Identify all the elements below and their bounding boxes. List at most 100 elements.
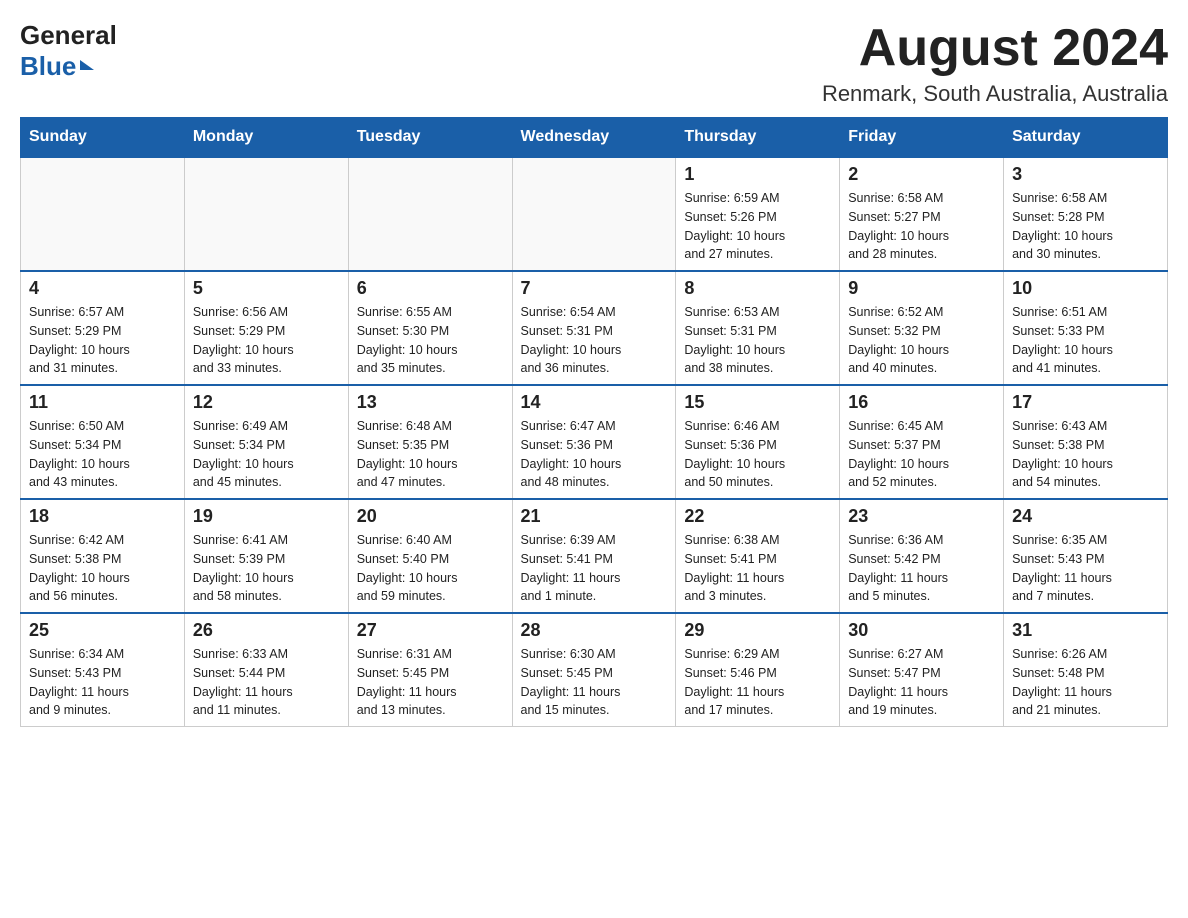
day-number: 6 bbox=[357, 278, 504, 299]
day-info: Sunrise: 6:35 AM Sunset: 5:43 PM Dayligh… bbox=[1012, 531, 1159, 606]
calendar-cell: 30Sunrise: 6:27 AM Sunset: 5:47 PM Dayli… bbox=[840, 613, 1004, 727]
day-number: 7 bbox=[521, 278, 668, 299]
calendar-cell: 5 Sunrise: 6:56 AM Sunset: 5:29 PM Daylig… bbox=[184, 271, 348, 385]
day-number: 14 bbox=[521, 392, 668, 413]
calendar-cell bbox=[184, 157, 348, 271]
day-info: Sunrise: 6:38 AM Sunset: 5:41 PM Dayligh… bbox=[684, 531, 831, 606]
calendar-cell: 26 Sunrise: 6:33 AM Sunset: 5:44 PM Dayli… bbox=[184, 613, 348, 727]
day-info: Sunrise: 6:26 AM Sunset: 5:48 PM Dayligh… bbox=[1012, 645, 1159, 720]
day-number: 2 bbox=[848, 164, 995, 185]
day-number: 1 bbox=[684, 164, 831, 185]
calendar-cell: 1 Sunrise: 6:59 AM Sunset: 5:26 PM Daylig… bbox=[676, 157, 840, 271]
day-number: 18 bbox=[29, 506, 176, 527]
day-info: Sunrise: 6:50 AM Sunset: 5:34 PM Dayligh… bbox=[29, 417, 176, 492]
logo-blue: Blue bbox=[20, 51, 117, 82]
calendar-cell: 6 Sunrise: 6:55 AM Sunset: 5:30 PM Daylig… bbox=[348, 271, 512, 385]
calendar-cell: 31 Sunrise: 6:26 AM Sunset: 5:48 PM Dayli… bbox=[1004, 613, 1168, 727]
calendar-cell: 20Sunrise: 6:40 AM Sunset: 5:40 PM Dayli… bbox=[348, 499, 512, 613]
day-number: 10 bbox=[1012, 278, 1159, 299]
calendar-cell: 12 Sunrise: 6:49 AM Sunset: 5:34 PM Dayli… bbox=[184, 385, 348, 499]
day-number: 27 bbox=[357, 620, 504, 641]
day-number: 28 bbox=[521, 620, 668, 641]
calendar-cell: 2 Sunrise: 6:58 AM Sunset: 5:27 PM Daylig… bbox=[840, 157, 1004, 271]
day-info: Sunrise: 6:56 AM Sunset: 5:29 PM Dayligh… bbox=[193, 303, 340, 378]
day-info: Sunrise: 6:57 AM Sunset: 5:29 PM Dayligh… bbox=[29, 303, 176, 378]
day-number: 8 bbox=[684, 278, 831, 299]
calendar-day-header-friday: Friday bbox=[840, 118, 1004, 158]
page-header: General Blue August 2024 Renmark, South … bbox=[20, 20, 1168, 107]
day-info: Sunrise: 6:51 AM Sunset: 5:33 PM Dayligh… bbox=[1012, 303, 1159, 378]
day-number: 31 bbox=[1012, 620, 1159, 641]
calendar-cell: 13Sunrise: 6:48 AM Sunset: 5:35 PM Dayli… bbox=[348, 385, 512, 499]
day-number: 9 bbox=[848, 278, 995, 299]
day-info: Sunrise: 6:43 AM Sunset: 5:38 PM Dayligh… bbox=[1012, 417, 1159, 492]
day-info: Sunrise: 6:33 AM Sunset: 5:44 PM Dayligh… bbox=[193, 645, 340, 720]
day-info: Sunrise: 6:31 AM Sunset: 5:45 PM Dayligh… bbox=[357, 645, 504, 720]
calendar-cell: 9 Sunrise: 6:52 AM Sunset: 5:32 PM Daylig… bbox=[840, 271, 1004, 385]
day-info: Sunrise: 6:34 AM Sunset: 5:43 PM Dayligh… bbox=[29, 645, 176, 720]
calendar-day-header-saturday: Saturday bbox=[1004, 118, 1168, 158]
calendar-week-row: 11Sunrise: 6:50 AM Sunset: 5:34 PM Dayli… bbox=[21, 385, 1168, 499]
day-info: Sunrise: 6:54 AM Sunset: 5:31 PM Dayligh… bbox=[521, 303, 668, 378]
calendar-day-header-wednesday: Wednesday bbox=[512, 118, 676, 158]
calendar-day-header-monday: Monday bbox=[184, 118, 348, 158]
calendar-cell bbox=[348, 157, 512, 271]
day-info: Sunrise: 6:46 AM Sunset: 5:36 PM Dayligh… bbox=[684, 417, 831, 492]
calendar-week-row: 4 Sunrise: 6:57 AM Sunset: 5:29 PM Daylig… bbox=[21, 271, 1168, 385]
calendar-cell: 14 Sunrise: 6:47 AM Sunset: 5:36 PM Dayli… bbox=[512, 385, 676, 499]
calendar-cell bbox=[21, 157, 185, 271]
day-number: 29 bbox=[684, 620, 831, 641]
calendar-cell: 22 Sunrise: 6:38 AM Sunset: 5:41 PM Dayli… bbox=[676, 499, 840, 613]
day-number: 15 bbox=[684, 392, 831, 413]
day-info: Sunrise: 6:39 AM Sunset: 5:41 PM Dayligh… bbox=[521, 531, 668, 606]
day-number: 5 bbox=[193, 278, 340, 299]
day-info: Sunrise: 6:49 AM Sunset: 5:34 PM Dayligh… bbox=[193, 417, 340, 492]
calendar-cell: 15 Sunrise: 6:46 AM Sunset: 5:36 PM Dayli… bbox=[676, 385, 840, 499]
logo-general: General bbox=[20, 20, 117, 51]
calendar-week-row: 1 Sunrise: 6:59 AM Sunset: 5:26 PM Daylig… bbox=[21, 157, 1168, 271]
calendar-day-header-sunday: Sunday bbox=[21, 118, 185, 158]
day-info: Sunrise: 6:47 AM Sunset: 5:36 PM Dayligh… bbox=[521, 417, 668, 492]
day-info: Sunrise: 6:27 AM Sunset: 5:47 PM Dayligh… bbox=[848, 645, 995, 720]
calendar-cell: 4 Sunrise: 6:57 AM Sunset: 5:29 PM Daylig… bbox=[21, 271, 185, 385]
day-info: Sunrise: 6:59 AM Sunset: 5:26 PM Dayligh… bbox=[684, 189, 831, 264]
calendar-table: SundayMondayTuesdayWednesdayThursdayFrid… bbox=[20, 117, 1168, 727]
calendar-cell: 25 Sunrise: 6:34 AM Sunset: 5:43 PM Dayli… bbox=[21, 613, 185, 727]
location-title: Renmark, South Australia, Australia bbox=[822, 81, 1168, 107]
day-number: 17 bbox=[1012, 392, 1159, 413]
calendar-week-row: 18 Sunrise: 6:42 AM Sunset: 5:38 PM Dayli… bbox=[21, 499, 1168, 613]
day-info: Sunrise: 6:29 AM Sunset: 5:46 PM Dayligh… bbox=[684, 645, 831, 720]
calendar-cell bbox=[512, 157, 676, 271]
calendar-cell: 8 Sunrise: 6:53 AM Sunset: 5:31 PM Daylig… bbox=[676, 271, 840, 385]
day-number: 23 bbox=[848, 506, 995, 527]
day-number: 3 bbox=[1012, 164, 1159, 185]
day-number: 12 bbox=[193, 392, 340, 413]
day-info: Sunrise: 6:45 AM Sunset: 5:37 PM Dayligh… bbox=[848, 417, 995, 492]
calendar-cell: 18 Sunrise: 6:42 AM Sunset: 5:38 PM Dayli… bbox=[21, 499, 185, 613]
calendar-cell: 21 Sunrise: 6:39 AM Sunset: 5:41 PM Dayli… bbox=[512, 499, 676, 613]
day-number: 25 bbox=[29, 620, 176, 641]
calendar-cell: 17 Sunrise: 6:43 AM Sunset: 5:38 PM Dayli… bbox=[1004, 385, 1168, 499]
day-info: Sunrise: 6:48 AM Sunset: 5:35 PM Dayligh… bbox=[357, 417, 504, 492]
day-number: 24 bbox=[1012, 506, 1159, 527]
calendar-day-header-thursday: Thursday bbox=[676, 118, 840, 158]
calendar-cell: 29 Sunrise: 6:29 AM Sunset: 5:46 PM Dayli… bbox=[676, 613, 840, 727]
calendar-cell: 19 Sunrise: 6:41 AM Sunset: 5:39 PM Dayli… bbox=[184, 499, 348, 613]
month-title: August 2024 bbox=[822, 20, 1168, 77]
day-info: Sunrise: 6:41 AM Sunset: 5:39 PM Dayligh… bbox=[193, 531, 340, 606]
day-info: Sunrise: 6:55 AM Sunset: 5:30 PM Dayligh… bbox=[357, 303, 504, 378]
day-info: Sunrise: 6:58 AM Sunset: 5:27 PM Dayligh… bbox=[848, 189, 995, 264]
day-number: 21 bbox=[521, 506, 668, 527]
day-number: 22 bbox=[684, 506, 831, 527]
day-info: Sunrise: 6:58 AM Sunset: 5:28 PM Dayligh… bbox=[1012, 189, 1159, 264]
day-info: Sunrise: 6:42 AM Sunset: 5:38 PM Dayligh… bbox=[29, 531, 176, 606]
calendar-header-row: SundayMondayTuesdayWednesdayThursdayFrid… bbox=[21, 118, 1168, 158]
day-number: 19 bbox=[193, 506, 340, 527]
calendar-cell: 10 Sunrise: 6:51 AM Sunset: 5:33 PM Dayli… bbox=[1004, 271, 1168, 385]
calendar-cell: 11Sunrise: 6:50 AM Sunset: 5:34 PM Dayli… bbox=[21, 385, 185, 499]
day-info: Sunrise: 6:52 AM Sunset: 5:32 PM Dayligh… bbox=[848, 303, 995, 378]
title-block: August 2024 Renmark, South Australia, Au… bbox=[822, 20, 1168, 107]
day-number: 26 bbox=[193, 620, 340, 641]
day-number: 4 bbox=[29, 278, 176, 299]
day-info: Sunrise: 6:53 AM Sunset: 5:31 PM Dayligh… bbox=[684, 303, 831, 378]
